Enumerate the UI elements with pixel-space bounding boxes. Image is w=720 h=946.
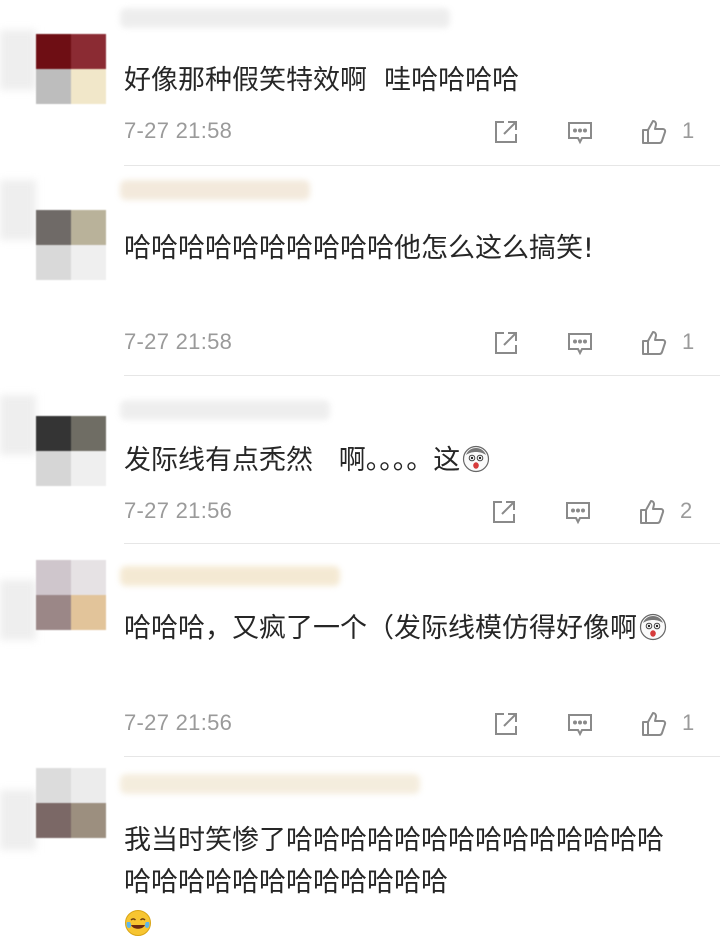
avatar[interactable]: [36, 560, 106, 630]
comment-meta: 7-27 21:56 1: [124, 706, 720, 742]
comment-time: 7-27 21:56: [124, 498, 233, 523]
blurred-edge: [0, 790, 36, 850]
share-icon[interactable]: [486, 494, 522, 530]
comment-text: 哈哈哈，又疯了一个（发际线模仿得好像啊: [124, 608, 684, 650]
thumbs-up-icon[interactable]: [636, 325, 672, 361]
username-blurred[interactable]: [120, 8, 450, 28]
divider: [124, 543, 720, 544]
avatar[interactable]: [36, 210, 106, 280]
divider: [124, 375, 720, 376]
username-blurred[interactable]: [120, 180, 310, 200]
comment-icon[interactable]: [560, 494, 596, 530]
username-blurred[interactable]: [120, 400, 330, 420]
share-icon[interactable]: [488, 706, 524, 742]
comment-icon[interactable]: [562, 114, 598, 150]
comment-text: 发际线有点秃然 啊。。。。这: [124, 440, 684, 482]
comment-text-body: 发际线有点秃然 啊。。。。这: [124, 445, 461, 476]
share-icon[interactable]: [488, 114, 524, 150]
shocked-face-emoji: [639, 613, 667, 641]
like-count: 1: [682, 329, 695, 354]
comment-meta: 7-27 21:58 1: [124, 325, 720, 361]
username-blurred[interactable]: [120, 774, 420, 794]
comment-text: 我当时笑惨了哈哈哈哈哈哈哈哈哈哈哈哈哈哈哈哈哈哈哈哈哈哈哈哈哈哈: [124, 820, 684, 946]
like-count: 2: [680, 498, 693, 523]
blurred-edge: [0, 180, 36, 240]
comment-time: 7-27 21:58: [124, 118, 233, 143]
comment-meta: 7-27 21:58 1: [124, 114, 720, 150]
shocked-face-emoji: [462, 445, 490, 473]
like-count: 1: [682, 118, 695, 143]
avatar[interactable]: [36, 768, 106, 838]
comment-time: 7-27 21:58: [124, 329, 233, 354]
thumbs-up-icon[interactable]: [636, 706, 672, 742]
blurred-edge: [0, 395, 36, 455]
comment-text: 哈哈哈哈哈哈哈哈哈哈他怎么这么搞笑!: [124, 233, 594, 264]
divider: [124, 756, 720, 757]
laughing-crying-emoji: [124, 909, 152, 937]
username-blurred[interactable]: [120, 566, 340, 586]
comment-icon[interactable]: [562, 325, 598, 361]
comment-icon[interactable]: [562, 706, 598, 742]
thumbs-up-icon[interactable]: [634, 494, 670, 530]
avatar[interactable]: [36, 416, 106, 486]
blurred-edge: [0, 580, 36, 640]
comment-time: 7-27 21:56: [124, 710, 233, 735]
comment-meta: 7-27 21:56 2: [124, 494, 720, 530]
avatar[interactable]: [36, 34, 106, 104]
thumbs-up-icon[interactable]: [636, 114, 672, 150]
comment-text-body: 我当时笑惨了哈哈哈哈哈哈哈哈哈哈哈哈哈哈哈哈哈哈哈哈哈哈哈哈哈哈: [124, 825, 664, 898]
like-count: 1: [682, 710, 695, 735]
divider: [124, 165, 720, 166]
blurred-edge: [0, 30, 36, 90]
comment-text-body: 哈哈哈，又疯了一个（发际线模仿得好像啊: [124, 613, 637, 644]
share-icon[interactable]: [488, 325, 524, 361]
comment-text: 好像那种假笑特效啊 哇哈哈哈哈: [124, 65, 520, 96]
